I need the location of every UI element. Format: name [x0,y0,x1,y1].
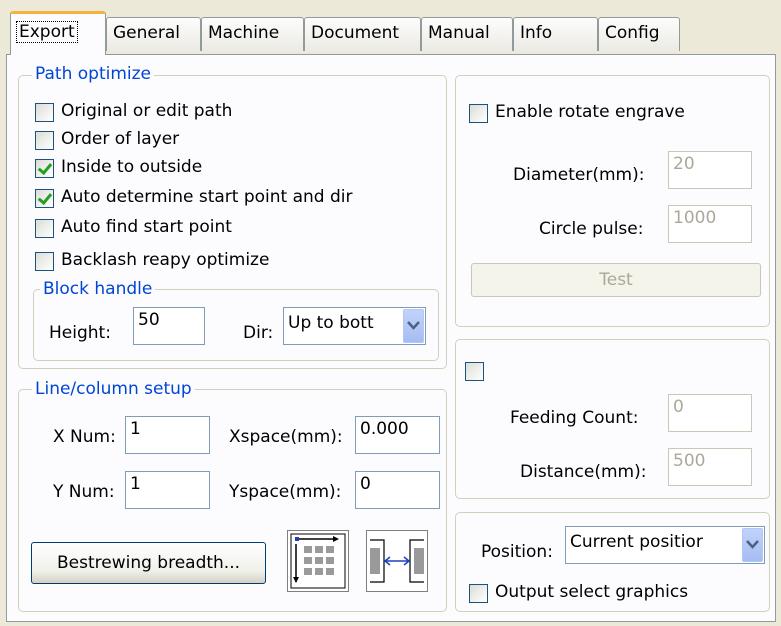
inside-to-outside-checkbox[interactable] [35,159,54,178]
enable-rotate-label: Enable rotate engrave [495,102,685,122]
position-select[interactable]: Current positior [565,526,765,564]
distance-input[interactable]: 500 [668,448,752,486]
tab-config[interactable]: Config [598,17,680,51]
position-select-value: Current positior [570,532,703,552]
check-mark-icon [37,189,53,206]
tab-manual-label: Manual [428,23,490,43]
tab-general[interactable]: General [106,17,201,51]
circle-pulse-input[interactable]: 1000 [668,205,752,243]
tab-document[interactable]: Document [304,17,421,51]
xspace-input[interactable]: 0.000 [355,416,440,454]
auto-find-start-label: Auto find start point [61,217,232,237]
output-select-checkbox[interactable] [469,584,488,603]
enable-rotate-checkbox[interactable] [469,104,488,123]
feeding-count-label: Feeding Count: [510,408,639,428]
tab-info[interactable]: Info [513,17,598,51]
y-num-input[interactable]: 1 [125,471,210,509]
dir-select[interactable]: Up to bott [283,307,426,345]
tab-machine[interactable]: Machine [201,17,304,51]
output-select-label: Output select graphics [495,582,689,602]
diameter-label: Diameter(mm): [513,165,645,185]
test-button[interactable]: Test [471,263,761,297]
path-optimize-title: Path optimize [32,64,154,84]
height-label: Height: [49,323,111,343]
yspace-label: Yspace(mm): [229,482,342,502]
backlash-checkbox[interactable] [35,252,54,271]
tab-export-label: Export [16,21,78,43]
inside-to-outside-label: Inside to outside [61,157,203,177]
array-layout-icon[interactable] [287,530,349,592]
chevron-down-icon [407,321,420,330]
block-handle-title: Block handle [40,279,156,299]
tab-export[interactable]: Export [10,11,106,55]
auto-find-start-checkbox[interactable] [35,219,54,238]
tab-machine-label: Machine [208,23,280,43]
position-dropdown-button[interactable] [742,528,763,562]
dir-label: Dir: [243,323,274,343]
bestrewing-breadth-button[interactable]: Bestrewing breadth... [31,542,266,584]
backlash-label: Backlash reapy optimize [61,250,270,270]
dir-dropdown-button[interactable] [403,309,424,343]
height-input[interactable]: 50 [133,307,205,345]
auto-determine-checkbox[interactable] [35,189,54,208]
auto-determine-label: Auto determine start point and dir [61,187,353,207]
order-of-layer-label: Order of layer [61,129,180,149]
x-num-label: X Num: [53,427,116,447]
tab-general-label: General [113,23,180,43]
feeding-enable-checkbox[interactable] [465,362,484,381]
chevron-down-icon [746,540,759,549]
diameter-input[interactable]: 20 [668,151,752,189]
dir-select-value: Up to bott [288,313,374,333]
order-of-layer-checkbox[interactable] [35,131,54,150]
spacing-icon[interactable] [366,530,428,592]
position-label: Position: [481,542,553,562]
tab-document-label: Document [311,23,400,43]
check-mark-icon [37,159,53,176]
tab-config-label: Config [605,23,660,43]
y-num-label: Y Num: [53,482,115,502]
yspace-input[interactable]: 0 [355,471,440,509]
original-path-label: Original or edit path [61,101,233,121]
xspace-label: Xspace(mm): [229,427,343,447]
tab-info-label: Info [520,23,553,43]
distance-label: Distance(mm): [520,462,647,482]
tab-manual[interactable]: Manual [421,17,513,51]
feeding-count-input[interactable]: 0 [668,394,752,432]
x-num-input[interactable]: 1 [125,416,210,454]
original-path-checkbox[interactable] [35,103,54,122]
circle-pulse-label: Circle pulse: [539,219,644,239]
tab-bar: Export General Machine Document Manual I… [0,0,781,56]
line-column-title: Line/column setup [32,379,195,399]
